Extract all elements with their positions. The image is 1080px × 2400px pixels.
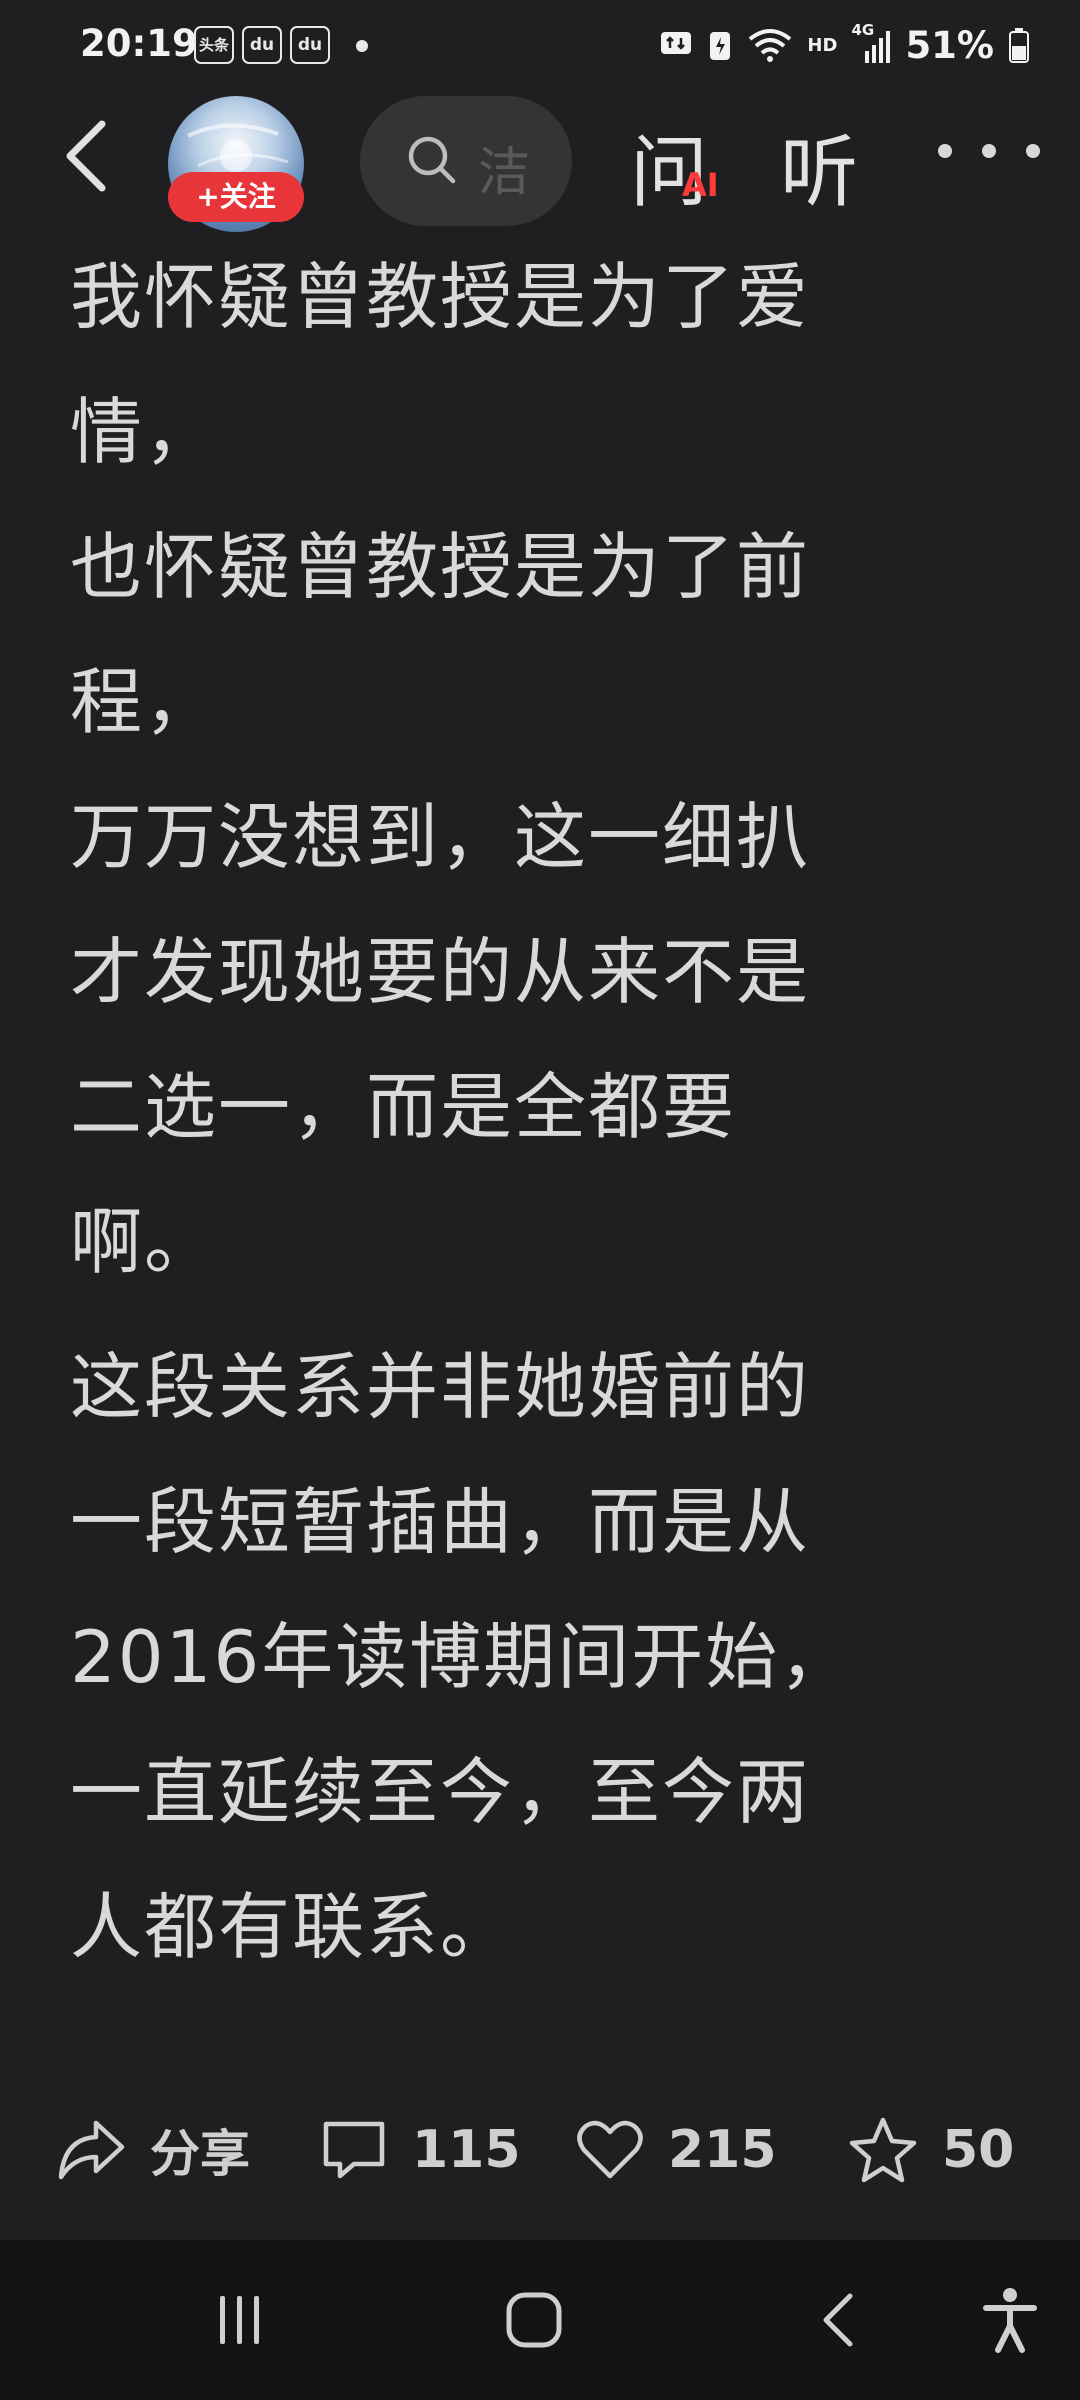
article-paragraph: 这段关系并非她婚前的 一段短暂插曲，而是从 2016年读博期间开始， 一直延续至… <box>70 1345 854 1969</box>
ai-badge: AI <box>682 166 719 204</box>
article-header: +关注 洁 问 AI 听 <box>0 96 1080 232</box>
more-dot <box>938 144 952 158</box>
system-navigation-bar <box>0 2240 1080 2400</box>
article-paragraph: 我怀疑曾教授是为了爱 情， 也怀疑曾教授是为了前 程， 万万没想到，这一细扒 才… <box>70 255 811 1284</box>
star-icon <box>849 2117 917 2183</box>
share-icon <box>58 2120 125 2180</box>
more-options-button[interactable] <box>934 144 1044 168</box>
status-bar: 20:19 头条 du du HD 4G 51% <box>0 0 1080 96</box>
listen-button[interactable]: 听 <box>780 110 858 222</box>
share-label: 分享 <box>150 2125 250 2183</box>
search-box[interactable]: 洁 <box>360 96 572 226</box>
article-body: 我怀疑曾教授是为了爱 情， 也怀疑曾教授是为了前 程， 万万没想到，这一细扒 才… <box>70 230 1010 1995</box>
system-back-button[interactable] <box>790 2240 890 2400</box>
wifi-icon <box>749 29 792 62</box>
battery-percent: 51% <box>905 23 994 67</box>
more-dot <box>982 144 996 158</box>
baidu-notification-icon: du <box>290 26 330 64</box>
like-count: 215 <box>668 2120 777 2180</box>
comment-button[interactable]: 115 <box>320 2100 521 2200</box>
data-transfer-icon <box>661 32 692 54</box>
heart-icon <box>577 2120 643 2179</box>
comment-icon <box>323 2121 385 2179</box>
follow-button[interactable]: +关注 <box>168 172 304 222</box>
search-icon <box>408 136 456 184</box>
recent-apps-button[interactable] <box>190 2240 290 2400</box>
comment-count: 115 <box>412 2120 521 2180</box>
battery-icon <box>1009 28 1029 63</box>
back-button[interactable] <box>52 116 132 196</box>
home-icon <box>506 2292 562 2348</box>
cellular-signal-icon: 4G <box>851 21 891 65</box>
status-icons: HD 4G 51% <box>659 20 1030 70</box>
more-dot <box>1026 144 1040 158</box>
baidu-notification-icon: du <box>242 26 282 64</box>
home-button[interactable] <box>484 2240 584 2400</box>
like-button[interactable]: 215 <box>576 2100 777 2200</box>
hd-indicator: HD <box>807 34 838 56</box>
search-placeholder: 洁 <box>478 143 531 203</box>
battery-saver-icon <box>710 32 731 60</box>
favorite-count: 50 <box>942 2120 1015 2180</box>
accessibility-icon <box>983 2288 1037 2353</box>
accessibility-button[interactable] <box>960 2240 1060 2400</box>
share-button[interactable]: 分享 <box>56 2100 250 2200</box>
chevron-left-icon <box>66 120 106 192</box>
toutiao-notification-icon: 头条 <box>194 26 234 64</box>
action-bar: 分享 115 215 50 <box>0 2100 1080 2200</box>
more-notifications-icon <box>356 40 368 52</box>
recent-apps-icon <box>220 2296 259 2344</box>
back-icon <box>823 2293 853 2347</box>
favorite-button[interactable]: 50 <box>848 2100 1014 2200</box>
status-time: 20:19 <box>80 22 198 65</box>
